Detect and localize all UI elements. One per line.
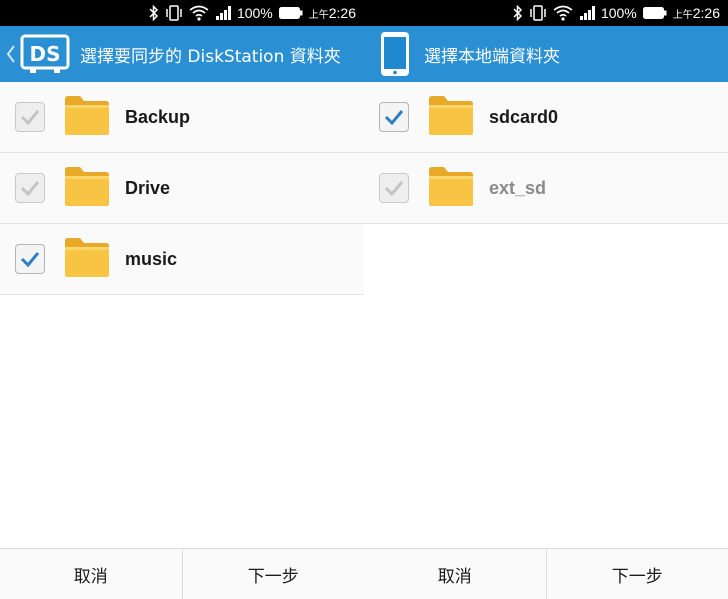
cancel-button[interactable]: 取消 [0,549,182,599]
battery-percent: 100% [236,5,273,21]
cancel-button[interactable]: 取消 [364,549,546,599]
wifi-icon [553,5,573,21]
wifi-icon [189,5,209,21]
folder-row-ext-sd[interactable]: ext_sd [364,153,728,224]
folder-icon [45,235,111,283]
back-chevron-icon[interactable] [6,44,16,64]
app-bar: DS 選擇要同步的 DiskStation 資料夾 [0,26,364,82]
folder-row-music[interactable]: music [0,224,364,295]
folder-row-drive[interactable]: Drive [0,153,364,224]
folder-row-sdcard0[interactable]: sdcard0 [364,82,728,153]
checkbox-ext-sd[interactable] [379,173,409,203]
svg-text:DS: DS [29,42,60,66]
bluetooth-icon [513,5,523,21]
folder-name: sdcard0 [489,106,559,127]
footer-bar: 取消 下一步 [0,548,364,599]
ds-logo[interactable]: DS [20,34,70,74]
folder-icon [45,164,111,212]
right-panel: 100% 上午2:26 選擇本地端資料夾 sdcard0 ext_sd 取消 下… [364,0,728,599]
status-bar: 100% 上午2:26 [364,0,728,26]
phone-icon [380,31,410,77]
checkbox-backup[interactable] [15,102,45,132]
next-button[interactable]: 下一步 [545,549,728,599]
battery-percent: 100% [600,5,637,21]
folder-list: sdcard0 ext_sd [364,82,728,224]
folder-icon [409,164,475,212]
footer-bar: 取消 下一步 [364,548,728,599]
bluetooth-icon [149,5,159,21]
status-bar: 100% 上午2:26 [0,0,364,26]
checkbox-sdcard0[interactable] [379,102,409,132]
folder-row-backup[interactable]: Backup [0,82,364,153]
app-bar: 選擇本地端資料夾 [364,26,728,82]
battery-icon [642,7,667,19]
signal-icon [215,6,233,20]
next-button[interactable]: 下一步 [181,549,365,599]
checkbox-drive[interactable] [15,173,45,203]
checkbox-music[interactable] [15,244,45,274]
battery-icon [278,7,303,19]
folder-icon [45,93,111,141]
page-title: 選擇本地端資料夾 [424,46,560,67]
vibrate-icon [165,5,183,21]
folder-name: Drive [125,177,171,198]
signal-icon [579,6,597,20]
clock: 上午2:26 [672,5,720,21]
folder-icon [409,93,475,141]
folder-name: Backup [125,106,191,127]
left-panel: 100% 上午2:26 DS 選擇要同步的 DiskStation 資料夾 Ba… [0,0,364,599]
vibrate-icon [529,5,547,21]
page-title: 選擇要同步的 DiskStation 資料夾 [80,46,341,67]
clock: 上午2:26 [308,5,356,21]
folder-name: music [125,248,178,269]
folder-list: Backup Drive music [0,82,364,295]
folder-name: ext_sd [489,177,547,198]
